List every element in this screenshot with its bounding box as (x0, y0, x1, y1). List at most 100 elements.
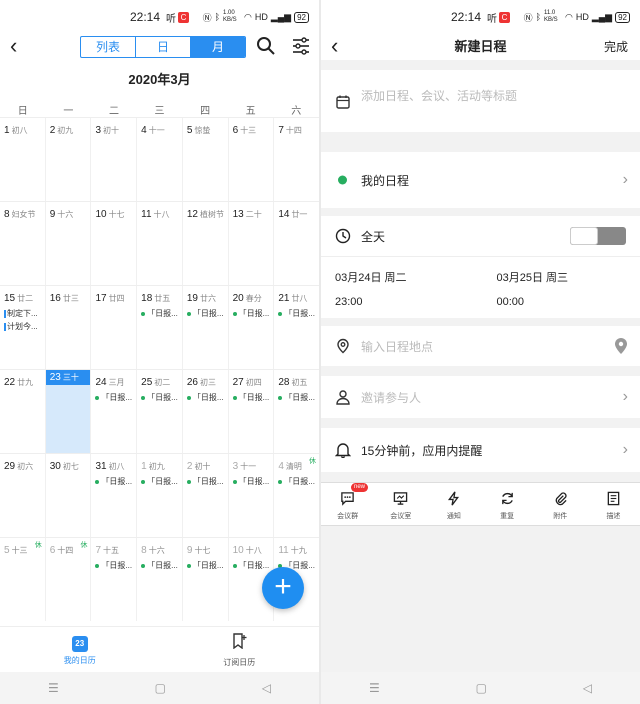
start-time-picker[interactable]: 03月24日 周二 23:00 (321, 257, 479, 318)
day-cell[interactable]: 20 春分 「日报... (229, 286, 275, 369)
calendar-select-row[interactable]: 我的日程 › (321, 152, 640, 208)
home-icon[interactable]: ▢ (476, 681, 487, 695)
event-chip[interactable]: 「日报... (141, 392, 182, 403)
event-chip[interactable]: 「日报... (186, 308, 228, 319)
done-button[interactable]: 完成 (604, 34, 628, 60)
day-cell[interactable]: 29 初六 (0, 454, 46, 537)
event-chip[interactable]: 「日报... (232, 560, 274, 571)
location-input[interactable]: 输入日程地点 (361, 338, 433, 355)
day-cell[interactable]: 9 十七 「日报... (183, 538, 229, 621)
event-chip[interactable]: 「日报... (95, 560, 136, 571)
day-cell[interactable]: 8 十六 「日报... (137, 538, 183, 621)
day-cell[interactable]: 21 廿八 「日报... (274, 286, 319, 369)
day-cell[interactable]: 5 惊蛰 (183, 118, 229, 201)
day-cell[interactable]: 16 廿三 (46, 286, 92, 369)
toolbar-button-screen[interactable]: 会议室 (374, 483, 427, 525)
event-chip[interactable]: 「日报... (278, 392, 319, 403)
event-chip[interactable]: 「日报... (278, 308, 319, 319)
back-triangle-icon[interactable]: ◁ (583, 681, 592, 695)
day-cell[interactable]: 2 初十 「日报... (183, 454, 229, 537)
all-day-toggle[interactable] (570, 227, 626, 245)
home-icon[interactable]: ▢ (155, 681, 166, 695)
day-cell[interactable]: 28 初五 「日报... (274, 370, 319, 453)
event-chip[interactable]: 「日报... (95, 392, 136, 403)
event-chip[interactable]: 「日报... (278, 476, 319, 487)
day-cell[interactable]: 15 廿二 制定下... 计划今... (0, 286, 46, 369)
day-cell[interactable]: 23 三十 (45, 370, 92, 453)
menu-icon[interactable]: ☰ (48, 681, 59, 695)
map-pin-icon[interactable] (614, 338, 628, 354)
day-cell[interactable]: 3 十一 「日报... (229, 454, 275, 537)
day-cell[interactable]: 19 廿六 「日报... (183, 286, 229, 369)
location-row[interactable]: 输入日程地点 (321, 326, 640, 366)
nav-my-calendar[interactable]: 23 我的日历 (0, 627, 160, 672)
day-number: 6 十四 (50, 545, 74, 556)
invite-input[interactable]: 邀请参与人 (361, 389, 421, 406)
toolbar-button-repeat[interactable]: 重复 (481, 483, 534, 525)
day-cell[interactable]: 22 廿九 (0, 370, 46, 453)
reminder-row[interactable]: 15分钟前，应用内提醒 › (321, 428, 640, 472)
nfc-icon: Ⓝ (202, 12, 212, 23)
day-cell[interactable]: 1 初八 (0, 118, 46, 201)
day-cell[interactable]: 7 十五 「日报... (91, 538, 138, 621)
toolbar-button-document[interactable]: 描述 (587, 483, 640, 525)
event-chip[interactable]: 「日报... (141, 476, 182, 487)
day-cell[interactable]: 4 十一 (137, 118, 183, 201)
event-chip[interactable]: 「日报... (186, 560, 228, 571)
day-cell[interactable]: 27 初四 「日报... (229, 370, 275, 453)
invite-row[interactable]: 邀请参与人 › (321, 376, 640, 418)
day-cell[interactable]: 12 植树节 (183, 202, 229, 285)
day-cell[interactable]: 31 初八 「日报... (91, 454, 138, 537)
day-cell[interactable]: 26 初三 「日报... (183, 370, 229, 453)
day-cell[interactable]: 8 妇女节 (0, 202, 46, 285)
day-cell[interactable]: 6 十四休 (46, 538, 92, 621)
event-chip[interactable]: 「日报... (186, 476, 228, 487)
add-event-button[interactable]: + (262, 567, 304, 609)
day-cell[interactable]: 13 二十 (229, 202, 275, 285)
event-chip[interactable]: 「日报... (232, 476, 274, 487)
toolbar-button-paperclip[interactable]: 附件 (534, 483, 587, 525)
day-cell[interactable]: 1 初九 「日报... (137, 454, 183, 537)
day-cell[interactable]: 2 初九 (46, 118, 92, 201)
event-chip[interactable]: 计划今... (4, 321, 45, 332)
event-chip[interactable]: 「日报... (141, 560, 182, 571)
day-cell[interactable]: 7 十四 (274, 118, 319, 201)
nav-subscribe-label: 订阅日历 (223, 658, 256, 667)
event-chip[interactable]: 「日报... (186, 392, 228, 403)
event-chip[interactable]: 制定下... (4, 308, 45, 319)
day-cell[interactable]: 24 三月 「日报... (91, 370, 138, 453)
tab-list[interactable]: 列表 (81, 37, 136, 57)
day-number: 3 初十 (95, 125, 119, 136)
day-cell[interactable]: 10 十七 (91, 202, 138, 285)
day-cell[interactable]: 6 十三 (229, 118, 275, 201)
back-arrow-icon[interactable]: ‹ (10, 35, 17, 57)
day-cell[interactable]: 25 初二 「日报... (137, 370, 183, 453)
day-cell[interactable]: 9 十六 (46, 202, 92, 285)
filter-settings-icon[interactable] (292, 37, 310, 55)
search-icon[interactable] (256, 36, 276, 56)
day-cell[interactable]: 3 初十 (91, 118, 138, 201)
nav-subscribe-calendar[interactable]: 订阅日历 (160, 627, 320, 672)
tab-day[interactable]: 日 (136, 37, 191, 57)
title-input-row[interactable]: 添加日程、会议、活动等标题 (321, 70, 640, 132)
menu-icon[interactable]: ☰ (369, 681, 380, 695)
day-cell[interactable]: 18 廿五 「日报... (137, 286, 183, 369)
day-cell[interactable]: 14 廿一 (274, 202, 319, 285)
event-chip[interactable]: 「日报... (232, 392, 274, 403)
day-cell[interactable]: 30 初七 (46, 454, 92, 537)
back-triangle-icon[interactable]: ◁ (262, 681, 271, 695)
tab-month[interactable]: 月 (191, 37, 245, 57)
toolbar-button-lightning[interactable]: 通知 (427, 483, 480, 525)
event-chip[interactable]: 「日报... (141, 308, 182, 319)
day-cell[interactable]: 11 十八 (137, 202, 183, 285)
day-date: 21 (278, 293, 290, 304)
title-input[interactable]: 添加日程、会议、活动等标题 (361, 87, 517, 104)
toolbar-button-chat[interactable]: 会议群 new (321, 483, 374, 525)
event-chip[interactable]: 「日报... (232, 308, 274, 319)
day-cell[interactable]: 17 廿四 (91, 286, 138, 369)
day-cell[interactable]: 5 十三休 (0, 538, 46, 621)
day-cell[interactable]: 4 清明休「日报... (274, 454, 319, 537)
event-chip[interactable]: 「日报... (95, 476, 136, 487)
nav-my-calendar-label: 我的日历 (63, 656, 96, 665)
end-time-picker[interactable]: 03月25日 周三 00:00 (479, 257, 640, 318)
